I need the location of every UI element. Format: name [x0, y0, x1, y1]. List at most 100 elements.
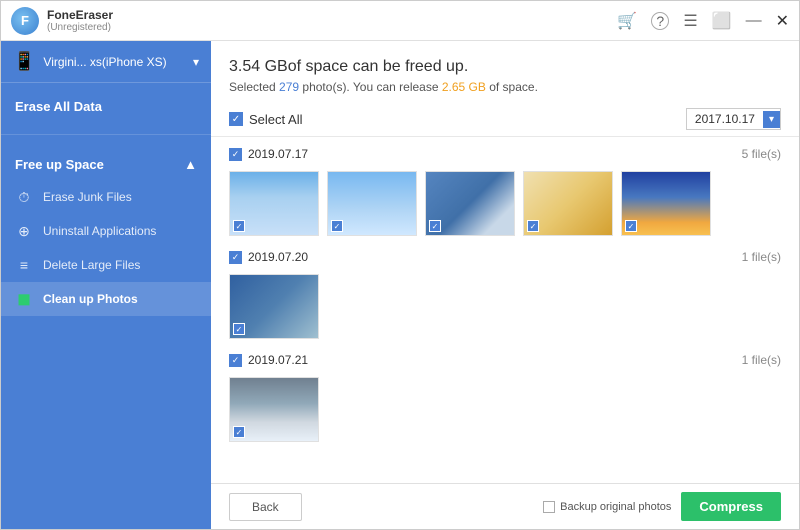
subtitle-text: Selected — [229, 80, 279, 94]
date-group-header-3: ✓ 2019.07.21 1 file(s) — [229, 349, 781, 371]
erase-junk-icon: ⏱ — [15, 188, 33, 206]
photo-thumb-p7[interactable]: ✓ — [229, 377, 319, 442]
date-label-3: 2019.07.21 — [248, 353, 308, 367]
content-footer: Back Backup original photos Compress — [211, 483, 799, 529]
free-space-header[interactable]: Free up Space ▲ — [1, 149, 211, 180]
date-group-left-1: ✓ 2019.07.17 — [229, 147, 308, 161]
uninstall-apps-icon: ⊕ — [15, 222, 33, 240]
date-filter-value: 2017.10.17 — [687, 109, 763, 129]
free-space-label: Free up Space — [15, 157, 104, 172]
file-count-2: 1 file(s) — [742, 250, 781, 264]
date-group-3: ✓ 2019.07.21 1 file(s) ✓ — [229, 349, 781, 442]
photo-check-p7: ✓ — [233, 426, 245, 438]
space-title: 3.54 GBof space can be freed up. — [229, 55, 781, 76]
title-bar-left: F FoneEraser (Unregistered) — [11, 7, 113, 35]
sidebar-item-clean-photos[interactable]: ◼ Clean up Photos — [1, 282, 211, 316]
app-name-block: FoneEraser (Unregistered) — [47, 8, 113, 33]
device-arrow-icon: ▾ — [193, 55, 199, 69]
date-group-1: ✓ 2019.07.17 5 file(s) ✓ ✓ ✓ — [229, 143, 781, 236]
subtitle-end: of space. — [486, 80, 538, 94]
release-size: 2.65 GB — [442, 80, 486, 94]
subtitle-mid: photo(s). You can release — [299, 80, 442, 94]
device-name: Virgini... xs(iPhone XS) — [43, 55, 185, 69]
sidebar-item-delete-large[interactable]: ≡ Delete Large Files — [1, 248, 211, 282]
content-area: 3.54 GBof space can be freed up. Selecte… — [211, 41, 799, 529]
photo-check-p4: ✓ — [527, 220, 539, 232]
select-all[interactable]: ✓ Select All — [229, 112, 302, 127]
app-window: F FoneEraser (Unregistered) 🛒 ? ☰ ⬜ — ✕ … — [0, 0, 800, 530]
photo-row-2: ✓ — [229, 274, 781, 339]
delete-large-label: Delete Large Files — [43, 258, 140, 272]
dropdown-arrow-icon: ▾ — [763, 111, 780, 128]
photo-row-1: ✓ ✓ ✓ ✓ ✓ — [229, 171, 781, 236]
close-button[interactable]: ✕ — [776, 11, 789, 31]
photo-count: 279 — [279, 80, 299, 94]
photo-thumb-p5[interactable]: ✓ — [621, 171, 711, 236]
photo-check-p6: ✓ — [233, 323, 245, 335]
device-selector[interactable]: 📱 Virgini... xs(iPhone XS) ▾ — [1, 41, 211, 83]
group-checkbox-2[interactable]: ✓ — [229, 251, 242, 264]
app-logo-icon: F — [11, 7, 39, 35]
toolbar-row: ✓ Select All 2017.10.17 ▾ — [211, 102, 799, 137]
footer-right: Backup original photos Compress — [543, 492, 781, 521]
sidebar-free-space-section: Free up Space ▲ ⏱ Erase Junk Files ⊕ Uni… — [1, 139, 211, 326]
free-space-toggle-icon: ▲ — [184, 157, 197, 172]
date-label-2: 2019.07.20 — [248, 250, 308, 264]
photo-check-p1: ✓ — [233, 220, 245, 232]
photo-thumb-p1[interactable]: ✓ — [229, 171, 319, 236]
date-filter-dropdown[interactable]: 2017.10.17 ▾ — [686, 108, 781, 130]
photo-thumb-p4[interactable]: ✓ — [523, 171, 613, 236]
select-all-checkbox[interactable]: ✓ — [229, 112, 243, 126]
title-bar-right: 🛒 ? ☰ ⬜ — ✕ — [617, 11, 789, 31]
photo-check-p5: ✓ — [625, 220, 637, 232]
photo-thumb-p6[interactable]: ✓ — [229, 274, 319, 339]
group-checkbox-3[interactable]: ✓ — [229, 354, 242, 367]
sidebar-erase-section: Erase All Data — [1, 83, 211, 130]
photo-list: ✓ 2019.07.17 5 file(s) ✓ ✓ ✓ — [211, 137, 799, 483]
photo-check-p2: ✓ — [331, 220, 343, 232]
space-title-suffix: of space can be freed up. — [288, 58, 469, 75]
erase-junk-label: Erase Junk Files — [43, 190, 132, 204]
backup-label-text: Backup original photos — [560, 501, 671, 513]
title-bar: F FoneEraser (Unregistered) 🛒 ? ☰ ⬜ — ✕ — [1, 1, 799, 41]
clean-photos-icon: ◼ — [15, 290, 33, 308]
screen-icon[interactable]: ⬜ — [712, 11, 732, 31]
photo-check-p3: ✓ — [429, 220, 441, 232]
date-group-left-3: ✓ 2019.07.21 — [229, 353, 308, 367]
minimize-button[interactable]: — — [746, 12, 762, 30]
date-group-header-1: ✓ 2019.07.17 5 file(s) — [229, 143, 781, 165]
date-label-1: 2019.07.17 — [248, 147, 308, 161]
menu-icon[interactable]: ☰ — [683, 11, 697, 31]
section-divider — [1, 134, 211, 135]
date-group-2: ✓ 2019.07.20 1 file(s) ✓ — [229, 246, 781, 339]
photo-row-3: ✓ — [229, 377, 781, 442]
content-header: 3.54 GBof space can be freed up. Selecte… — [211, 41, 799, 102]
backup-checkbox[interactable] — [543, 501, 555, 513]
photo-thumb-p3[interactable]: ✓ — [425, 171, 515, 236]
back-button[interactable]: Back — [229, 493, 302, 521]
delete-large-icon: ≡ — [15, 256, 33, 274]
date-group-left-2: ✓ 2019.07.20 — [229, 250, 308, 264]
uninstall-apps-label: Uninstall Applications — [43, 224, 156, 238]
space-subtitle: Selected 279 photo(s). You can release 2… — [229, 80, 781, 94]
space-size: 3.54 GB — [229, 58, 288, 75]
backup-label[interactable]: Backup original photos — [543, 501, 671, 513]
file-count-3: 1 file(s) — [742, 353, 781, 367]
file-count-1: 5 file(s) — [742, 147, 781, 161]
app-sub: (Unregistered) — [47, 22, 113, 33]
device-icon: 📱 — [13, 51, 35, 72]
group-checkbox-1[interactable]: ✓ — [229, 148, 242, 161]
main-layout: 📱 Virgini... xs(iPhone XS) ▾ Erase All D… — [1, 41, 799, 529]
compress-button[interactable]: Compress — [681, 492, 781, 521]
sidebar: 📱 Virgini... xs(iPhone XS) ▾ Erase All D… — [1, 41, 211, 529]
cart-icon[interactable]: 🛒 — [617, 11, 637, 31]
select-all-label-text: Select All — [249, 112, 302, 127]
sidebar-item-erase-junk[interactable]: ⏱ Erase Junk Files — [1, 180, 211, 214]
help-icon[interactable]: ? — [651, 12, 669, 30]
date-group-header-2: ✓ 2019.07.20 1 file(s) — [229, 246, 781, 268]
app-name: FoneEraser — [47, 8, 113, 22]
sidebar-erase-all[interactable]: Erase All Data — [1, 93, 211, 120]
photo-thumb-p2[interactable]: ✓ — [327, 171, 417, 236]
clean-photos-label: Clean up Photos — [43, 292, 138, 306]
sidebar-item-uninstall-apps[interactable]: ⊕ Uninstall Applications — [1, 214, 211, 248]
